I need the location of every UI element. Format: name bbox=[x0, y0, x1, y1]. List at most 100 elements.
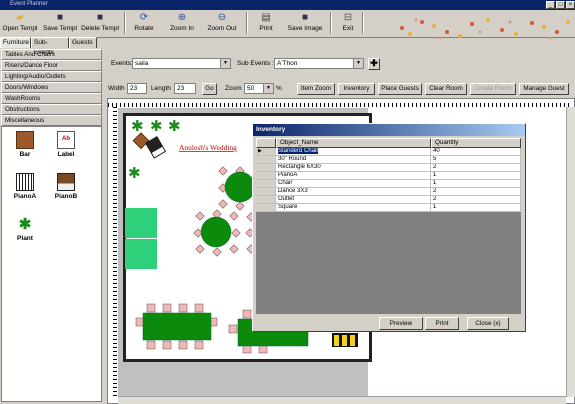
length-field[interactable]: 23 bbox=[174, 83, 196, 94]
add-sub-event-button[interactable]: ✚ bbox=[368, 58, 380, 70]
clear-room-button[interactable]: Clear Room bbox=[425, 83, 467, 95]
svg-text:✱: ✱ bbox=[150, 117, 163, 135]
horizontal-scrollbar[interactable] bbox=[118, 396, 566, 404]
zoom-select[interactable]: 50 ▼ bbox=[244, 83, 274, 94]
chevron-down-icon[interactable]: ▼ bbox=[263, 84, 273, 93]
width-label: Width bbox=[108, 85, 125, 92]
go-button[interactable]: Go bbox=[202, 83, 217, 95]
decorative-banner-image bbox=[392, 14, 574, 42]
printer-icon: ▤ bbox=[261, 12, 271, 23]
place-guests-button[interactable]: Place Guests bbox=[378, 83, 422, 95]
category-tables-and-chairs[interactable]: Tables And Chairs bbox=[1, 49, 102, 60]
zoom-out-button[interactable]: ⊖ Zoom Out bbox=[204, 11, 240, 36]
rectangle-table bbox=[135, 303, 218, 350]
table-row[interactable]: Outlet 2 bbox=[256, 196, 521, 204]
magnifier-minus-icon: ⊖ bbox=[217, 12, 227, 23]
manage-guest-button[interactable]: Manage Guest bbox=[519, 83, 569, 95]
width-field[interactable]: 23 bbox=[127, 83, 147, 94]
table-row[interactable]: Square 1 bbox=[256, 204, 521, 212]
svg-text:✱: ✱ bbox=[168, 117, 181, 135]
toolbar: ▰ Open Templ ■ Save Templ ■ Delete Templ… bbox=[0, 10, 575, 40]
table-row[interactable]: Dance 3X3 2 bbox=[256, 188, 521, 196]
category-doors[interactable]: Doors/Windows bbox=[1, 82, 102, 93]
item-zoom-button[interactable]: Item Zoom bbox=[297, 83, 335, 95]
inventory-title: Inventory bbox=[253, 124, 525, 136]
events-select[interactable]: saila ▼ bbox=[132, 58, 231, 69]
delete-template-button[interactable]: ■ Delete Templ bbox=[80, 11, 120, 36]
print-button[interactable]: ▤ Print bbox=[254, 11, 278, 36]
category-obstructions[interactable]: Obstructions bbox=[1, 104, 102, 115]
plus-icon: ✚ bbox=[370, 58, 378, 68]
minimize-button[interactable]: _ bbox=[546, 1, 555, 9]
disk-icon: ■ bbox=[301, 12, 309, 23]
chevron-down-icon[interactable]: ▼ bbox=[353, 59, 363, 68]
inventory-button[interactable]: Inventory bbox=[338, 83, 375, 95]
item-pianob[interactable]: PianoB bbox=[51, 173, 81, 200]
vertical-ruler bbox=[108, 107, 117, 397]
zoom-in-button[interactable]: ⊕ Zoom In bbox=[166, 11, 198, 36]
maximize-button[interactable]: □ bbox=[556, 1, 565, 9]
table-row[interactable]: 30" Round 5 bbox=[256, 156, 521, 164]
tab-guests[interactable]: Guests bbox=[69, 37, 97, 48]
close-window-button[interactable]: × bbox=[566, 1, 575, 9]
category-lighting[interactable]: Lighting/Audio/Outlets bbox=[1, 71, 102, 82]
table-row[interactable]: Chair 1 bbox=[256, 180, 521, 188]
label-icon: Ab bbox=[57, 131, 75, 149]
length-label: Length bbox=[151, 85, 171, 92]
disk-icon: ■ bbox=[96, 12, 104, 23]
tab-furniture[interactable]: Furniture bbox=[0, 37, 31, 48]
item-pianoa[interactable]: PianoA bbox=[10, 173, 40, 200]
plant-icon: ✱ bbox=[18, 216, 32, 233]
table-row[interactable]: Rectangle 6X30 2 bbox=[256, 164, 521, 172]
dance-floor bbox=[125, 239, 157, 269]
column-header-quantity[interactable]: Quantity bbox=[431, 138, 521, 148]
preview-button[interactable]: Preview bbox=[379, 317, 423, 330]
category-risers[interactable]: Risers/Dance Floor bbox=[1, 60, 102, 71]
inventory-close-button[interactable]: Close (x) bbox=[467, 317, 509, 330]
table-row[interactable]: PianoA 1 bbox=[256, 172, 521, 180]
item-palette: Bar Ab Label PianoA PianoB ✱ Plant bbox=[1, 126, 102, 402]
disk-icon: ■ bbox=[56, 12, 64, 23]
window-title: Event Planner bbox=[10, 1, 48, 7]
rotate-button[interactable]: ⟳ Rotate bbox=[130, 11, 158, 36]
rotate-icon: ⟳ bbox=[139, 12, 149, 23]
title-bar: Event Planner _ □ × bbox=[0, 0, 575, 10]
zoom-unit: % bbox=[276, 85, 282, 92]
zoom-label: Zoom bbox=[225, 85, 242, 92]
chevron-down-icon[interactable]: ▼ bbox=[220, 59, 230, 68]
save-template-button[interactable]: ■ Save Templ bbox=[42, 11, 78, 36]
vertical-scrollbar[interactable] bbox=[566, 107, 575, 397]
piano-object bbox=[145, 136, 167, 159]
row-header-corner bbox=[256, 138, 276, 148]
row-pointer-icon: ▶ bbox=[256, 148, 276, 156]
sub-events-select[interactable]: A'Thon ▼ bbox=[274, 58, 364, 69]
svg-text:✱: ✱ bbox=[128, 164, 141, 182]
svg-text:✱: ✱ bbox=[131, 117, 144, 135]
item-plant[interactable]: ✱ Plant bbox=[10, 216, 40, 243]
folder-icon: ▰ bbox=[16, 12, 24, 23]
dance-floor bbox=[125, 208, 157, 238]
inventory-table: Object_Name Quantity ▶ Standerd Chair 40… bbox=[256, 138, 521, 314]
bar-icon bbox=[16, 131, 34, 149]
table-row[interactable]: ▶ Standerd Chair 40 bbox=[256, 148, 521, 156]
category-miscellaneous[interactable]: Miscellaneous bbox=[1, 115, 102, 126]
category-washrooms[interactable]: WashRooms bbox=[1, 93, 102, 104]
exit-door-icon: ⊟ bbox=[343, 12, 353, 23]
bar-object bbox=[132, 132, 150, 150]
item-bar[interactable]: Bar bbox=[10, 131, 40, 158]
item-label[interactable]: Ab Label bbox=[51, 131, 81, 158]
horizontal-ruler bbox=[108, 99, 570, 107]
piano-icon bbox=[57, 173, 75, 191]
exit-button[interactable]: ⊟ Exit bbox=[338, 11, 358, 36]
inventory-dialog: Inventory Object_Name Quantity ▶ Stander… bbox=[252, 123, 526, 332]
open-template-button[interactable]: ▰ Open Templ bbox=[2, 11, 38, 36]
save-image-button[interactable]: ■ Save Image bbox=[286, 11, 324, 36]
tab-sub-events[interactable]: Sub-Events bbox=[31, 37, 69, 56]
create-room-button[interactable]: Create Room bbox=[470, 83, 516, 95]
outlet-object bbox=[332, 333, 358, 347]
inventory-print-button[interactable]: Print bbox=[425, 317, 459, 330]
events-label: Events: bbox=[111, 60, 133, 67]
piano-icon bbox=[16, 173, 34, 191]
column-header-object-name[interactable]: Object_Name bbox=[276, 138, 431, 148]
sub-events-label: Sub Events : bbox=[237, 60, 274, 67]
